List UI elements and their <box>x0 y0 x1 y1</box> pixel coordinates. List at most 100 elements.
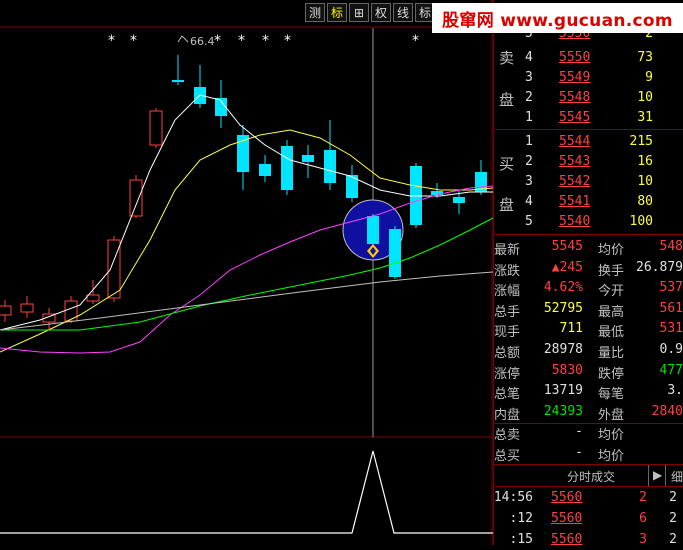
tab-detail[interactable]: 细 <box>671 468 683 485</box>
tick-row[interactable]: :15 5560 3 2 <box>493 530 683 550</box>
quote-row: 总额 28978 量比 0.9 <box>493 340 683 361</box>
candle[interactable] <box>367 214 379 246</box>
candle[interactable] <box>107 236 121 302</box>
quote-value: 0.9 <box>659 342 683 357</box>
candle[interactable] <box>149 108 163 148</box>
sell-volume: 31 <box>637 110 653 125</box>
quote-row: 现手 711 最低 531 <box>493 319 683 341</box>
toolbar-button-3[interactable]: 权 <box>371 3 391 22</box>
quote-value: 2840 <box>651 403 683 419</box>
buy-volume: 215 <box>629 134 653 149</box>
quote-label: 均价 <box>598 243 625 258</box>
quote-label: 总手 <box>494 304 521 320</box>
buy-volume: 10 <box>637 174 653 189</box>
candle[interactable] <box>281 140 293 195</box>
buy-level: 4 <box>525 194 533 209</box>
quote-value: - <box>575 445 583 460</box>
buy-price: 5541 <box>559 194 591 209</box>
sell-level: 1 <box>525 110 533 125</box>
buy-level: 1 <box>525 134 533 149</box>
quote-value: 711 <box>559 321 583 337</box>
quote-value: 477 <box>659 362 683 378</box>
quote-label: 量比 <box>598 346 625 361</box>
svg-text:*: * <box>214 33 221 49</box>
candlestick-chart[interactable]: 66.4 * * * * * * * <box>0 0 493 545</box>
sell-row[interactable]: 2 5548 10 <box>493 88 683 108</box>
sell-level: 4 <box>525 50 533 65</box>
buy-level: 5 <box>525 214 533 229</box>
quote-value: 24393 <box>543 403 583 419</box>
quote-row: 总笔 13719 每笔 3. <box>493 381 683 403</box>
tick-volume: 6 <box>639 511 647 526</box>
quote-row: 总手 52795 最高 561 <box>493 299 683 320</box>
candle[interactable] <box>129 175 143 218</box>
buy-row[interactable]: 3 5542 10 <box>493 172 683 192</box>
tick-row[interactable]: 14:56 5560 2 2 <box>493 488 683 508</box>
quote-row: 涨幅 4.62% 今开 537 <box>493 278 683 300</box>
sell-price: 5549 <box>559 70 591 85</box>
quote-row: 最新 5545 均价 548 <box>493 237 683 258</box>
quote-value: 537 <box>659 280 683 296</box>
svg-text:*: * <box>262 33 269 49</box>
svg-text:*: * <box>284 33 291 49</box>
quote-label: 每笔 <box>598 387 625 403</box>
sell-row[interactable]: 1 5545 31 <box>493 108 683 128</box>
tick-time: 14:56 <box>493 490 533 505</box>
buy-level: 3 <box>525 174 533 189</box>
tick-count: 2 <box>669 490 677 505</box>
quote-label: 总卖 <box>494 428 521 444</box>
quote-label: 最新 <box>494 243 521 258</box>
quote-label: 最低 <box>598 325 625 341</box>
quote-value: 561 <box>659 300 683 316</box>
quote-value: 3. <box>667 383 683 399</box>
quote-value: 548 <box>659 239 683 254</box>
tick-row[interactable]: :12 5560 6 2 <box>493 509 683 529</box>
quote-row: 内盘 24393 外盘 2840 <box>493 402 683 423</box>
toolbar-button-1[interactable]: 标 <box>327 3 347 22</box>
sell-price: 5550 <box>559 50 591 65</box>
tick-price: 5560 <box>551 490 583 505</box>
quote-value: 4.62% <box>543 280 583 296</box>
watermark: 股窜网 www.gucuan.com <box>432 3 683 33</box>
sell-row[interactable]: 4 5550 73 <box>493 48 683 68</box>
sell-row[interactable]: 3 5549 9 <box>493 68 683 88</box>
quote-value: 13719 <box>543 383 583 399</box>
tick-time: :12 <box>509 511 533 526</box>
quote-label: 涨跌 <box>494 263 521 279</box>
toolbar-button-0[interactable]: 测 <box>305 3 325 22</box>
quote-value: 52795 <box>543 300 583 316</box>
quote-row: 总卖 - 均价 <box>493 422 683 444</box>
sell-volume: 10 <box>637 90 653 105</box>
quote-label: 涨幅 <box>494 284 521 300</box>
tick-count: 2 <box>669 511 677 526</box>
svg-text:*: * <box>238 33 245 49</box>
buy-row[interactable]: 1 5544 215 <box>493 132 683 152</box>
sell-volume: 73 <box>637 50 653 65</box>
quote-value: 26.879 <box>636 259 683 275</box>
sell-level: 2 <box>525 90 533 105</box>
buy-row[interactable]: 2 5543 16 <box>493 152 683 172</box>
toolbar-button-2[interactable]: ⊞ <box>349 3 369 22</box>
quote-value: 531 <box>659 321 683 337</box>
quote-value: 28978 <box>543 342 583 357</box>
quote-row: 涨停 5830 跌停 477 <box>493 361 683 382</box>
quote-value: - <box>575 424 583 440</box>
high-annotation: 66.4 <box>190 35 215 48</box>
quote-label: 内盘 <box>494 407 521 423</box>
tab-ticks[interactable]: 分时成交 <box>567 468 615 485</box>
buy-price: 5542 <box>559 174 591 189</box>
quote-label: 跌停 <box>598 366 625 382</box>
buy-volume: 80 <box>637 194 653 209</box>
quote-row: 涨跌 ▲245 换手 26.879 <box>493 258 683 279</box>
quote-label: 总笔 <box>494 387 521 403</box>
buy-price: 5540 <box>559 214 591 229</box>
candle[interactable] <box>389 226 401 279</box>
quote-value: 5830 <box>551 362 583 378</box>
quote-label: 换手 <box>598 263 625 279</box>
tab-arrow-icon[interactable]: ▶ <box>653 468 662 482</box>
buy-row[interactable]: 5 5540 100 <box>493 212 683 232</box>
toolbar-button-4[interactable]: 线 <box>393 3 413 22</box>
quote-value: 5545 <box>551 239 583 254</box>
sell-level: 3 <box>525 70 533 85</box>
buy-row[interactable]: 4 5541 80 <box>493 192 683 212</box>
